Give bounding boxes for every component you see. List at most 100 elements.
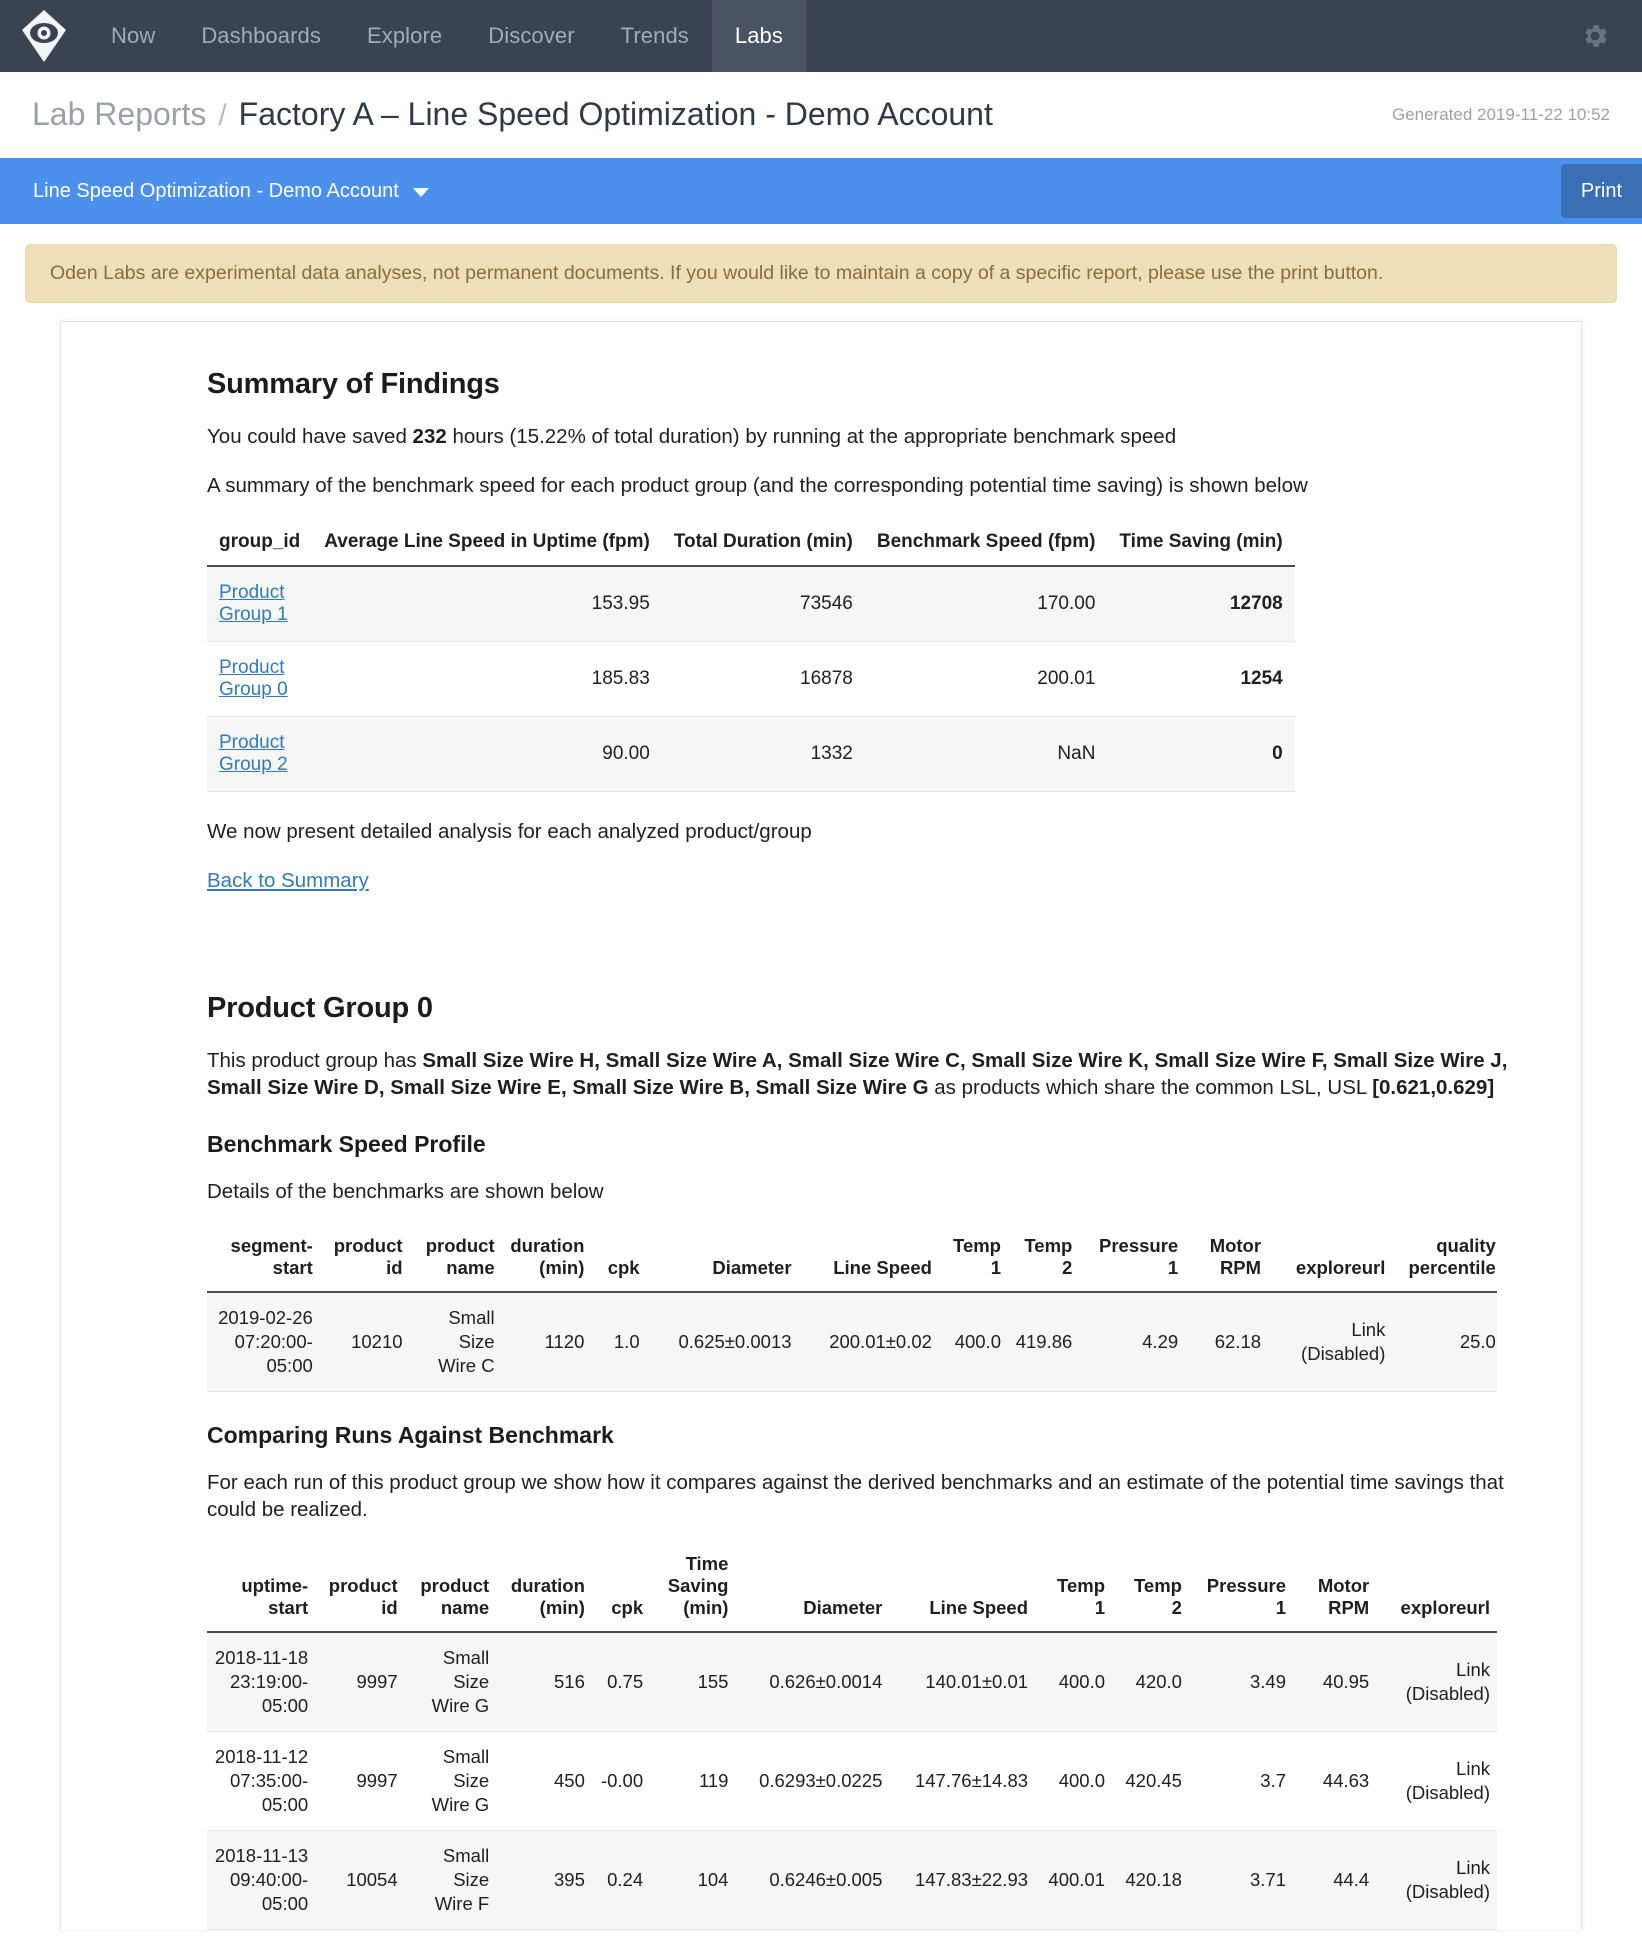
- col-segment-start: segment-start: [207, 1227, 320, 1293]
- comparison-table-scroll[interactable]: uptime-start product id product name dur…: [207, 1545, 1497, 1931]
- report-selector-label: Line Speed Optimization - Demo Account: [33, 179, 399, 202]
- breadcrumb: Lab Reports / Factory A – Line Speed Opt…: [32, 96, 993, 133]
- col-duration: duration (min): [501, 1227, 592, 1293]
- col-motor-rpm: Motor RPM: [1293, 1545, 1377, 1633]
- table-header-row: group_id Average Line Speed in Uptime (f…: [207, 521, 1295, 568]
- table-row: Product Group 1 153.95 73546 170.00 1270…: [207, 566, 1295, 643]
- table-row: 2018-11-12 07:35:00-05:00 9997 Small Siz…: [207, 1731, 1497, 1831]
- savings-hours: 232: [412, 425, 447, 448]
- col-product-name: product name: [404, 1545, 497, 1633]
- summary-closing-text: We now present detailed analysis for eac…: [207, 820, 812, 844]
- cell-line-speed: 147.83±22.93: [889, 1830, 1036, 1931]
- cell-total-duration: 1332: [661, 716, 865, 793]
- page-title: Factory A – Line Speed Optimization - De…: [238, 96, 993, 132]
- cell-avg-speed: 153.95: [312, 566, 662, 643]
- benchmark-profile-subtitle: Details of the benchmarks are shown belo…: [207, 1180, 604, 1204]
- cell-benchmark-speed: 170.00: [864, 566, 1108, 643]
- cell-product-name: Small Size Wire G: [404, 1731, 497, 1831]
- cell-line-speed: 147.76±14.83: [889, 1731, 1036, 1831]
- report-selector-dropdown[interactable]: Line Speed Optimization - Demo Account: [33, 180, 429, 203]
- cell-line-speed: 200.01±0.02: [798, 1291, 939, 1393]
- col-cpk: cpk: [591, 1227, 647, 1293]
- col-time-saving: Time Saving (min): [1107, 521, 1295, 568]
- nav-item-explore[interactable]: Explore: [344, 0, 465, 72]
- col-motor-rpm: Motor RPM: [1185, 1227, 1269, 1293]
- cell-temp-1: 400.0: [938, 1291, 1008, 1393]
- col-exploreurl: exploreurl: [1268, 1227, 1393, 1293]
- table-row: 2018-11-13 09:40:00-05:00 10054 Small Si…: [207, 1830, 1497, 1931]
- benchmark-table-scroll[interactable]: segment-start product id product name du…: [207, 1227, 1497, 1393]
- cell-product-id: 9997: [315, 1731, 405, 1831]
- col-temp-2: Temp 2: [1112, 1545, 1189, 1633]
- experimental-notice-banner: Oden Labs are experimental data analyses…: [25, 244, 1617, 303]
- cell-cpk: 1.0: [591, 1291, 647, 1393]
- breadcrumb-separator: /: [218, 99, 227, 132]
- col-exploreurl: exploreurl: [1376, 1545, 1497, 1633]
- cell-duration: 1120: [501, 1291, 592, 1393]
- table-row: 2018-11-18 23:19:00-05:00 9997 Small Siz…: [207, 1631, 1497, 1732]
- cell-cpk: 0.75: [591, 1631, 651, 1732]
- col-group-id: group_id: [207, 521, 313, 568]
- cell-quality-percentile: 25.0: [1392, 1291, 1497, 1393]
- nav-item-now[interactable]: Now: [88, 0, 178, 72]
- cell-cpk: 0.24: [591, 1830, 651, 1931]
- cell-group-id: Product Group 1: [207, 566, 313, 643]
- gear-icon[interactable]: [1580, 21, 1610, 51]
- oden-eye-logo-icon[interactable]: [0, 0, 88, 72]
- col-uptime-start: uptime-start: [207, 1545, 316, 1633]
- group-link-2[interactable]: Product Group 2: [219, 732, 288, 775]
- cell-time-saving: 12708: [1107, 566, 1295, 643]
- group-link-1[interactable]: Product Group 1: [219, 582, 288, 625]
- cell-product-name: Small Size Wire G: [404, 1631, 497, 1732]
- nav-items: Now Dashboards Explore Discover Trends L…: [88, 0, 806, 72]
- cell-avg-speed: 185.83: [312, 641, 662, 718]
- cell-product-name: Small Size Wire C: [409, 1291, 502, 1393]
- nav-item-trends[interactable]: Trends: [598, 0, 712, 72]
- nav-item-discover[interactable]: Discover: [465, 0, 597, 72]
- cell-group-id: Product Group 0: [207, 641, 313, 718]
- summary-heading: Summary of Findings: [207, 368, 500, 400]
- cell-pressure-1: 3.7: [1188, 1731, 1293, 1831]
- cell-pressure-1: 3.71: [1188, 1830, 1293, 1931]
- col-cpk: cpk: [591, 1545, 651, 1633]
- cell-temp-1: 400.01: [1035, 1830, 1112, 1931]
- benchmark-profile-heading: Benchmark Speed Profile: [207, 1131, 486, 1158]
- print-button[interactable]: Print: [1560, 164, 1642, 218]
- nav-item-labs[interactable]: Labs: [711, 0, 806, 72]
- summary-savings-line: You could have saved 232 hours (15.22% o…: [207, 423, 1519, 450]
- cell-line-speed: 140.01±0.01: [889, 1631, 1036, 1732]
- cell-duration: 450: [496, 1731, 592, 1831]
- cell-time-saving: 155: [650, 1631, 736, 1732]
- nav-item-dashboards[interactable]: Dashboards: [178, 0, 344, 72]
- report-toolbar: Line Speed Optimization - Demo Account P…: [0, 158, 1642, 224]
- report-sheet: Summary of Findings You could have saved…: [60, 321, 1582, 1931]
- group-link-0[interactable]: Product Group 0: [219, 657, 288, 700]
- summary-table: group_id Average Line Speed in Uptime (f…: [207, 521, 1295, 793]
- cell-benchmark-speed: 200.01: [864, 641, 1108, 718]
- desc-mid: as products which share the common LSL, …: [928, 1076, 1373, 1100]
- cell-group-id: Product Group 2: [207, 716, 313, 793]
- back-to-summary-wrap: Back to Summary: [207, 867, 1519, 894]
- col-total-duration: Total Duration (min): [661, 521, 865, 568]
- cell-exploreurl: Link (Disabled): [1376, 1731, 1497, 1831]
- col-product-id: product id: [319, 1227, 410, 1293]
- cell-motor-rpm: 44.63: [1293, 1731, 1377, 1831]
- chevron-down-icon: [412, 188, 429, 197]
- col-pressure-1: Pressure 1: [1079, 1227, 1186, 1293]
- cell-motor-rpm: 44.4: [1293, 1830, 1377, 1931]
- col-line-speed: Line Speed: [798, 1227, 939, 1293]
- cell-diameter: 0.625±0.0013: [646, 1291, 799, 1393]
- page-header: Lab Reports / Factory A – Line Speed Opt…: [0, 72, 1642, 158]
- col-diameter: Diameter: [735, 1545, 890, 1633]
- back-to-summary-link[interactable]: Back to Summary: [207, 869, 369, 892]
- cell-temp-2: 420.45: [1112, 1731, 1189, 1831]
- cell-temp-2: 419.86: [1007, 1291, 1080, 1393]
- col-product-name: product name: [409, 1227, 502, 1293]
- breadcrumb-lab-reports[interactable]: Lab Reports: [32, 96, 206, 133]
- col-time-saving: Time Saving (min): [650, 1545, 736, 1633]
- cell-segment-start: 2019-02-26 07:20:00-05:00: [207, 1291, 320, 1393]
- col-temp-1: Temp 1: [938, 1227, 1008, 1293]
- cell-temp-1: 400.0: [1035, 1731, 1112, 1831]
- generated-timestamp: Generated 2019-11-22 10:52: [1391, 104, 1610, 124]
- col-quality-percentile: quality percentile: [1392, 1227, 1497, 1293]
